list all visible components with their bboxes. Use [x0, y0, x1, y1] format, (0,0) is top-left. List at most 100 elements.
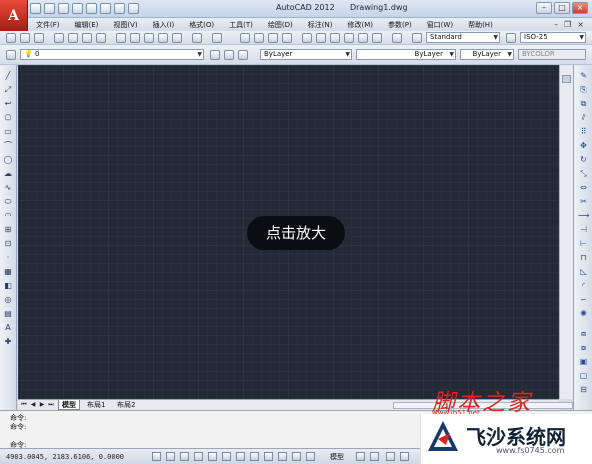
- snap-mode-icon[interactable]: [152, 452, 161, 461]
- dim-style-icon[interactable]: [506, 33, 516, 43]
- array-icon[interactable]: ⠿: [578, 127, 589, 137]
- save-icon[interactable]: [58, 3, 69, 14]
- match-properties-icon[interactable]: [158, 33, 168, 43]
- calculator-icon[interactable]: [372, 33, 382, 43]
- rotate-icon[interactable]: ↻: [578, 155, 589, 165]
- trim-icon[interactable]: ✂: [578, 197, 589, 207]
- menu-draw[interactable]: 绘图(D): [260, 20, 300, 30]
- blend-curves-icon[interactable]: ∽: [578, 295, 589, 305]
- prev-tab-icon[interactable]: ◀: [29, 401, 37, 409]
- qnew-icon[interactable]: [6, 33, 16, 43]
- insert-block-icon[interactable]: ⊞: [3, 225, 13, 234]
- open-file-icon[interactable]: [44, 3, 55, 14]
- dim-style-select[interactable]: ISO-25 ▼: [520, 32, 586, 43]
- markup-icon[interactable]: [358, 33, 368, 43]
- menu-dimension[interactable]: 标注(N): [300, 20, 340, 30]
- quick-properties-icon[interactable]: [306, 452, 315, 461]
- last-tab-icon[interactable]: ⏭: [47, 401, 55, 409]
- object-snap-icon[interactable]: [208, 452, 217, 461]
- break-icon[interactable]: ⊢: [578, 239, 589, 249]
- ortho-mode-icon[interactable]: [180, 452, 189, 461]
- region-icon[interactable]: ◎: [3, 295, 13, 304]
- lineweight-select[interactable]: ByLayer ▼: [460, 49, 514, 60]
- command-input[interactable]: [37, 440, 417, 448]
- text-to-front-icon[interactable]: ⊟: [578, 385, 589, 395]
- move-icon[interactable]: ✥: [578, 141, 589, 151]
- annotation-visibility-icon[interactable]: [400, 452, 409, 461]
- help-icon[interactable]: [392, 33, 402, 43]
- doc-restore-button[interactable]: ❐: [564, 20, 571, 29]
- menu-edit[interactable]: 编辑(E): [67, 20, 106, 30]
- paste-icon[interactable]: [144, 33, 154, 43]
- tool-palettes-icon[interactable]: [330, 33, 340, 43]
- layer-manager-icon[interactable]: [6, 50, 16, 60]
- point-icon[interactable]: ·: [3, 253, 13, 262]
- 3d-print-icon[interactable]: [96, 33, 106, 43]
- revision-cloud-icon[interactable]: ☁: [3, 169, 13, 178]
- grid-display-icon[interactable]: [166, 452, 175, 461]
- zoom-overlay-button[interactable]: 点击放大: [247, 216, 345, 250]
- mirror-icon[interactable]: ⧉: [578, 99, 589, 109]
- scale-icon[interactable]: ⤡: [578, 169, 589, 179]
- doc-close-button[interactable]: ×: [577, 20, 584, 29]
- 3d-object-snap-icon[interactable]: [222, 452, 231, 461]
- ellipse-icon[interactable]: ⬭: [3, 197, 13, 206]
- first-tab-icon[interactable]: ⏮: [20, 401, 28, 409]
- design-center-icon[interactable]: [316, 33, 326, 43]
- tab-layout2[interactable]: 布局2: [114, 400, 138, 410]
- table-icon[interactable]: ▤: [3, 309, 13, 318]
- copy-object-icon[interactable]: ⎘: [578, 85, 589, 95]
- quick-view-layouts-icon[interactable]: [356, 452, 365, 461]
- new-file-icon[interactable]: [30, 3, 41, 14]
- zoom-realtime-icon[interactable]: [254, 33, 264, 43]
- menu-view[interactable]: 视图(V): [105, 20, 144, 30]
- dynamic-ucs-icon[interactable]: [250, 452, 259, 461]
- lineweight-display-icon[interactable]: [278, 452, 287, 461]
- pan-icon[interactable]: [240, 33, 250, 43]
- extend-icon[interactable]: ⟶: [578, 211, 589, 221]
- doc-minimize-button[interactable]: –: [554, 20, 558, 29]
- layer-select[interactable]: 💡 0 ▼: [20, 49, 204, 60]
- draw-order-back-icon[interactable]: ⧇: [578, 343, 589, 353]
- save-as-icon[interactable]: [72, 3, 83, 14]
- tab-model[interactable]: 模型: [58, 400, 80, 410]
- chamfer-icon[interactable]: ◺: [578, 267, 589, 277]
- make-block-icon[interactable]: ⊡: [3, 239, 13, 248]
- menu-help[interactable]: 帮助(H): [460, 20, 500, 30]
- next-tab-icon[interactable]: ▶: [38, 401, 46, 409]
- menu-insert[interactable]: 插入(I): [145, 20, 182, 30]
- send-under-icon[interactable]: ▢: [578, 371, 589, 381]
- polyline-icon[interactable]: ↩: [3, 99, 13, 108]
- menu-file[interactable]: 文件(F): [28, 20, 67, 30]
- rectangle-icon[interactable]: ▭: [3, 127, 13, 136]
- spline-icon[interactable]: ∿: [3, 183, 13, 192]
- model-space-label[interactable]: 模型: [330, 452, 344, 462]
- open-icon[interactable]: [20, 33, 30, 43]
- qat-dropdown-icon[interactable]: [128, 3, 139, 14]
- ellipse-arc-icon[interactable]: ◠: [3, 211, 13, 220]
- undo-icon[interactable]: [100, 3, 111, 14]
- zoom-window-icon[interactable]: [268, 33, 278, 43]
- multiline-text-icon[interactable]: A: [3, 323, 13, 332]
- print-icon[interactable]: [54, 33, 64, 43]
- hatch-icon[interactable]: ▦: [3, 267, 13, 276]
- dynamic-input-icon[interactable]: [264, 452, 273, 461]
- minimize-button[interactable]: –: [536, 2, 552, 14]
- linetype-select[interactable]: ByLayer ▼: [356, 49, 456, 60]
- text-style-icon[interactable]: [412, 33, 422, 43]
- menu-window[interactable]: 窗口(W): [419, 20, 460, 30]
- object-snap-tracking-icon[interactable]: [236, 452, 245, 461]
- print-preview-icon[interactable]: [68, 33, 78, 43]
- offset-icon[interactable]: ⫽: [578, 113, 589, 123]
- construction-line-icon[interactable]: ⤢: [3, 85, 13, 94]
- quick-view-drawings-icon[interactable]: [370, 452, 379, 461]
- break-at-point-icon[interactable]: ⊣: [578, 225, 589, 235]
- join-icon[interactable]: ⊓: [578, 253, 589, 263]
- menu-modify[interactable]: 修改(M): [339, 20, 380, 30]
- menu-format[interactable]: 格式(O): [181, 20, 221, 30]
- save-toolbar-icon[interactable]: [34, 33, 44, 43]
- fillet-icon[interactable]: ◜: [578, 281, 589, 291]
- erase-icon[interactable]: ✎: [578, 71, 589, 81]
- color-select[interactable]: ByLayer ▼: [260, 49, 352, 60]
- add-selected-icon[interactable]: ✚: [3, 337, 13, 346]
